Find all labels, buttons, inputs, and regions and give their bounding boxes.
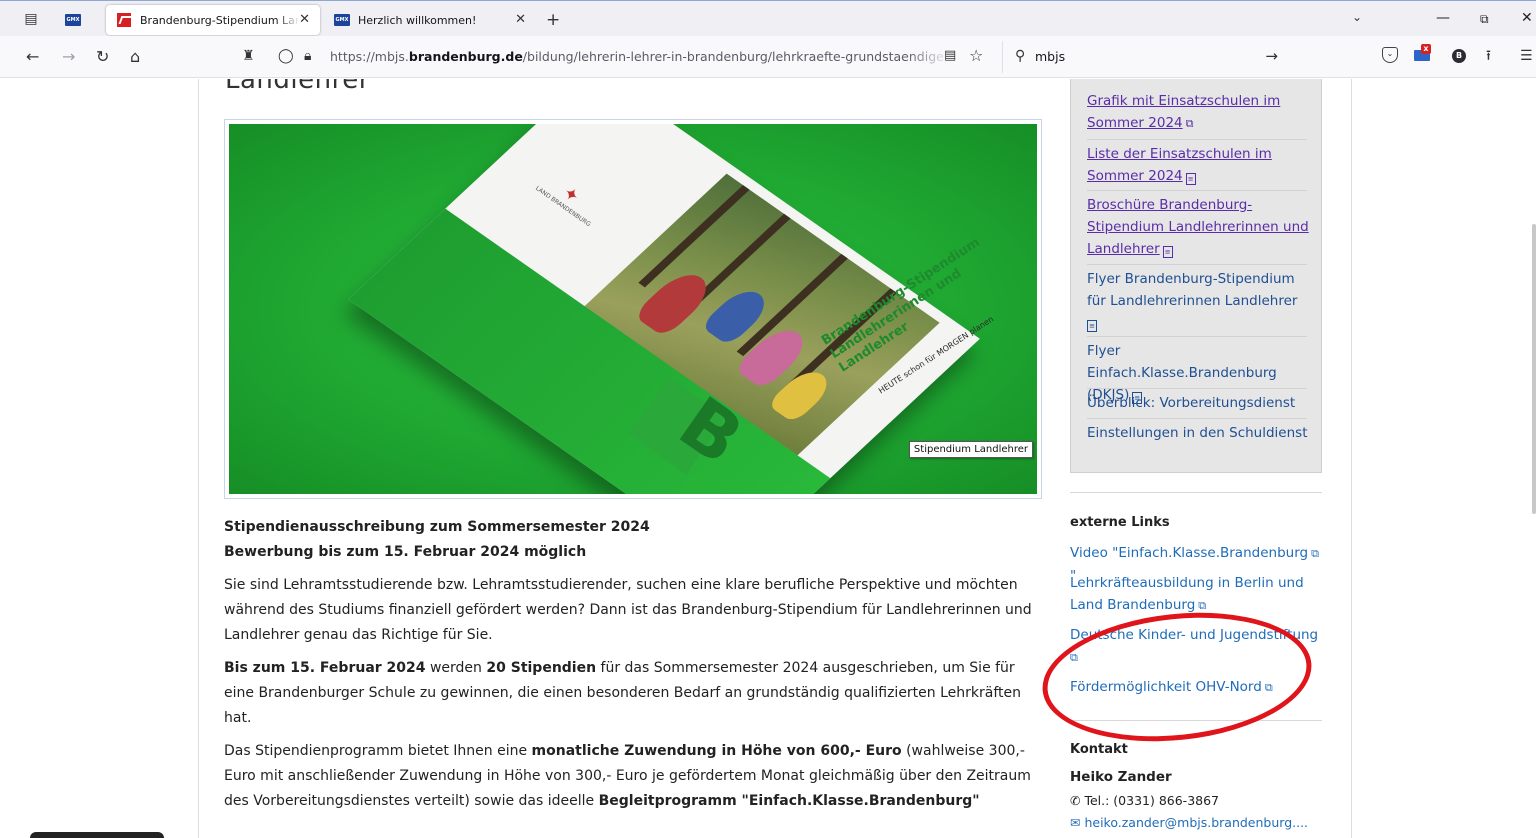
scrollbar[interactable] <box>1532 224 1536 514</box>
chevron-down-icon[interactable]: ⌄ <box>1352 10 1362 24</box>
article-subheading: Bewerbung bis zum 15. Februar 2024 mögli… <box>224 544 587 560</box>
sidebar-downloads-box: Grafik mit Einsatzschulen im Sommer 2024… <box>1070 79 1322 473</box>
sidebar-link-vorbereitungsdienst[interactable]: Überblick: Vorbereitungsdienst <box>1087 392 1313 414</box>
sidebar-link-liste[interactable]: Liste der Einsatzschulen im Sommer 2024 ≡ <box>1087 143 1313 187</box>
close-window-icon[interactable]: ✕ <box>1521 10 1533 26</box>
web-page: Landlehrer ✦ LAND BRANDENBURG Brandenbur… <box>0 79 1536 838</box>
contact-email[interactable]: ✉ heiko.zander@mbjs.brandenburg.... <box>1070 815 1322 830</box>
search-icon: ⚲ <box>1015 48 1026 64</box>
pinned-tab-gmx[interactable]: GMX <box>60 9 86 31</box>
contact-heading: Kontakt <box>1070 742 1128 757</box>
article-body: Stipendienausschreibung zum Sommersemest… <box>224 515 1042 814</box>
paragraph-stipendien: Bis zum 15. Februar 2024 werden 20 Stipe… <box>224 660 1022 726</box>
gmx-favicon-icon: GMX <box>334 12 350 28</box>
contact-phone[interactable]: ✆ Tel.: (0331) 866-3867 <box>1070 793 1219 808</box>
tab-bar: ▤ GMX Brandenburg-Stipendium Landlehrer … <box>0 0 1536 36</box>
profile-icon[interactable]: B <box>1452 49 1466 63</box>
page-border-right <box>1351 79 1352 838</box>
tracking-protection-icon[interactable]: ♜ <box>242 48 255 64</box>
page-title: Landlehrer <box>225 79 370 95</box>
tab-herzlich-willkommen[interactable]: GMX Herzlich willkommen! ✕ <box>324 5 536 35</box>
external-links-heading: externe Links <box>1070 515 1170 530</box>
paragraph-intro: Sie sind Lehramtsstudierende bzw. Lehram… <box>224 577 1032 643</box>
brochure-photo: ✦ LAND BRANDENBURG Brandenburg-Stipendiu… <box>229 124 1037 494</box>
image-tooltip: Stipendium Landlehrer <box>908 441 1033 458</box>
tab-title: Herzlich willkommen! <box>358 13 477 27</box>
minimize-icon[interactable]: — <box>1436 10 1450 26</box>
bottom-overlay-pill <box>30 832 164 838</box>
pdf-icon: ≡ <box>1185 173 1196 185</box>
external-link-icon: ⧉ <box>1311 547 1319 560</box>
external-link-lehrkraefteausbildung[interactable]: Lehrkräfteausbildung in Berlin und Land … <box>1070 572 1320 617</box>
restore-icon[interactable]: ⧉ <box>1480 12 1489 27</box>
external-link-icon: ⧉ <box>1185 117 1194 130</box>
new-tab-icon[interactable]: + <box>546 10 560 30</box>
sidebar-link-flyer-landlehrer[interactable]: Flyer Brandenburg-Stipendium für Landleh… <box>1087 268 1313 334</box>
address-bar[interactable]: ♜ ◯ 🔒︎ https://mbjs.brandenburg.de/bildu… <box>232 41 1290 73</box>
search-input[interactable]: ⚲ mbjs → <box>1002 41 1290 73</box>
home-icon[interactable]: ⌂ <box>130 48 140 66</box>
page-border-left <box>198 79 199 838</box>
phone-icon: ✆ <box>1070 793 1085 808</box>
sidebar-divider <box>1070 492 1322 493</box>
reload-icon[interactable]: ↻ <box>96 48 109 66</box>
bookmark-star-icon[interactable]: ☆ <box>969 46 983 65</box>
sidebar-link-broschuere[interactable]: Broschüre Brandenburg-Stipendium Landleh… <box>1087 194 1313 260</box>
mail-icon: ✉ <box>1070 815 1085 830</box>
gmx-icon: GMX <box>65 14 81 26</box>
pocket-icon[interactable]: ⌄ <box>1382 47 1398 63</box>
list-all-tabs-icon[interactable]: ▤ <box>22 11 40 27</box>
lock-icon[interactable]: 🔒︎ <box>304 48 311 64</box>
url-text[interactable]: https://mbjs.brandenburg.de/bildung/lehr… <box>330 49 950 64</box>
close-tab-icon[interactable]: ✕ <box>515 12 526 27</box>
hero-image[interactable]: ✦ LAND BRANDENBURG Brandenburg-Stipendiu… <box>224 119 1042 499</box>
reader-view-icon[interactable]: ▤ <box>944 48 956 63</box>
tab-title: Brandenburg-Stipendium Landlehrer <box>140 13 300 27</box>
navigation-toolbar: ← → ↻ ⌂ ♜ ◯ 🔒︎ https://mbjs.brandenburg.… <box>0 36 1536 78</box>
shield-icon[interactable]: ◯ <box>278 48 294 64</box>
share-icon[interactable]: ⭱ <box>1486 47 1491 65</box>
close-tab-icon[interactable]: ✕ <box>299 12 310 27</box>
mail-notifier-icon[interactable]: x <box>1414 44 1432 63</box>
back-icon[interactable]: ← <box>26 48 39 66</box>
pdf-icon: ≡ <box>1087 320 1097 332</box>
menu-icon[interactable]: ☰ <box>1520 47 1533 65</box>
tab-brandenburg-stipendium[interactable]: Brandenburg-Stipendium Landlehrer ✕ <box>106 5 320 35</box>
brandenburg-favicon-icon <box>116 12 132 28</box>
pdf-icon: ≡ <box>1162 246 1173 258</box>
paragraph-program: Das Stipendienprogramm bietet Ihnen eine… <box>224 743 1031 809</box>
go-arrow-icon[interactable]: → <box>1265 47 1278 65</box>
sidebar-link-schuldienst[interactable]: Einstellungen in den Schuldienst <box>1087 422 1313 444</box>
contact-name: Heiko Zander <box>1070 769 1172 785</box>
article-heading: Stipendienausschreibung zum Sommersemest… <box>224 519 650 535</box>
search-query[interactable]: mbjs <box>1035 49 1065 64</box>
forward-icon[interactable]: → <box>62 48 75 66</box>
sidebar-link-grafik[interactable]: Grafik mit Einsatzschulen im Sommer 2024… <box>1087 90 1313 135</box>
